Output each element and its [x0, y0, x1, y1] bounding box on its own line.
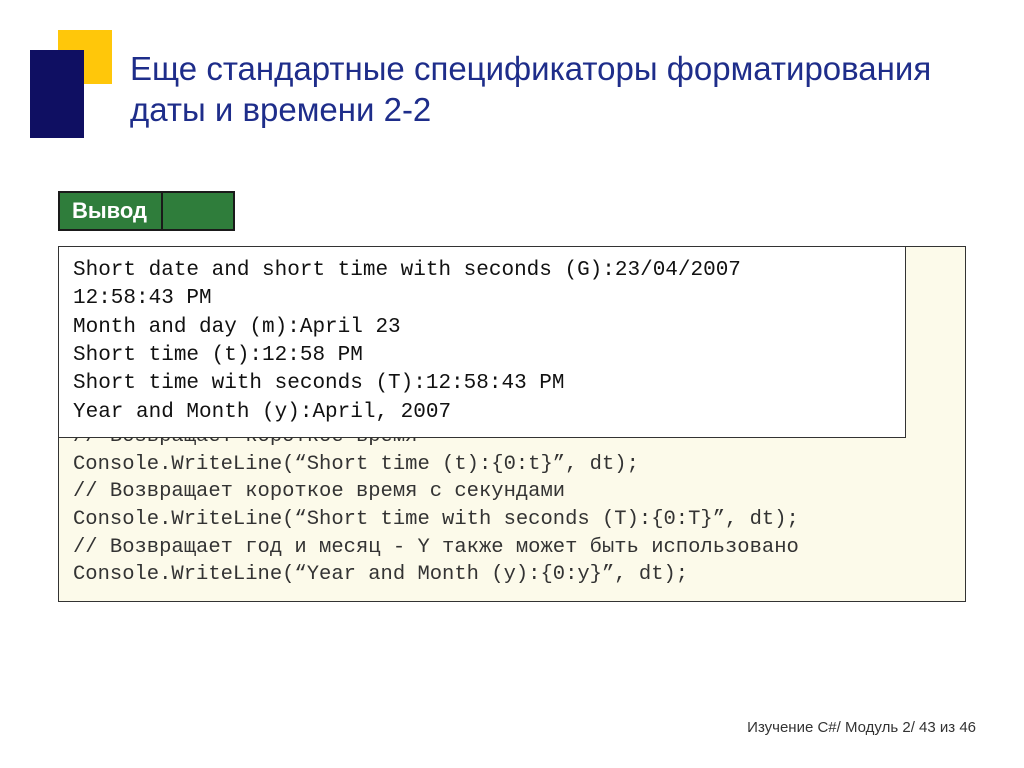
page-title: Еще стандартные спецификаторы форматиров… [130, 48, 984, 131]
output-badge: Вывод [60, 193, 163, 229]
output-badge-spacer [163, 193, 233, 229]
ornament-blue-bar [30, 50, 84, 138]
slide-footer: Изучение C#/ Модуль 2/ 43 из 46 [747, 719, 976, 736]
footer-course: Изучение C# [747, 719, 837, 736]
code-line: // Возвращает год и месяц - Y также може… [73, 536, 799, 559]
code-line: Console.WriteLine(“Short time (t):{0:t}”… [73, 453, 639, 476]
output-line: 12:58:43 PM [73, 287, 212, 310]
slide: Еще стандартные спецификаторы форматиров… [0, 0, 1024, 768]
code-line: Console.WriteLine(“Year and Month (y):{0… [73, 563, 688, 586]
footer-page-current: 43 [919, 719, 936, 736]
code-line: // Возвращает короткое время с секундами [73, 480, 565, 503]
output-line: Short time (t):12:58 PM [73, 344, 363, 367]
output-line: Short date and short time with seconds (… [73, 259, 741, 282]
output-line: Short time with seconds (T):12:58:43 PM [73, 372, 564, 395]
footer-page-total: 46 [959, 719, 976, 736]
footer-module: Модуль 2 [845, 719, 911, 736]
output-badge-row: Вывод [58, 191, 235, 231]
output-line: Year and Month (y):April, 2007 [73, 401, 451, 424]
code-line: Console.WriteLine(“Short time with secon… [73, 508, 799, 531]
console-output: Short date and short time with seconds (… [58, 246, 906, 438]
output-line: Month and day (m):April 23 [73, 316, 401, 339]
